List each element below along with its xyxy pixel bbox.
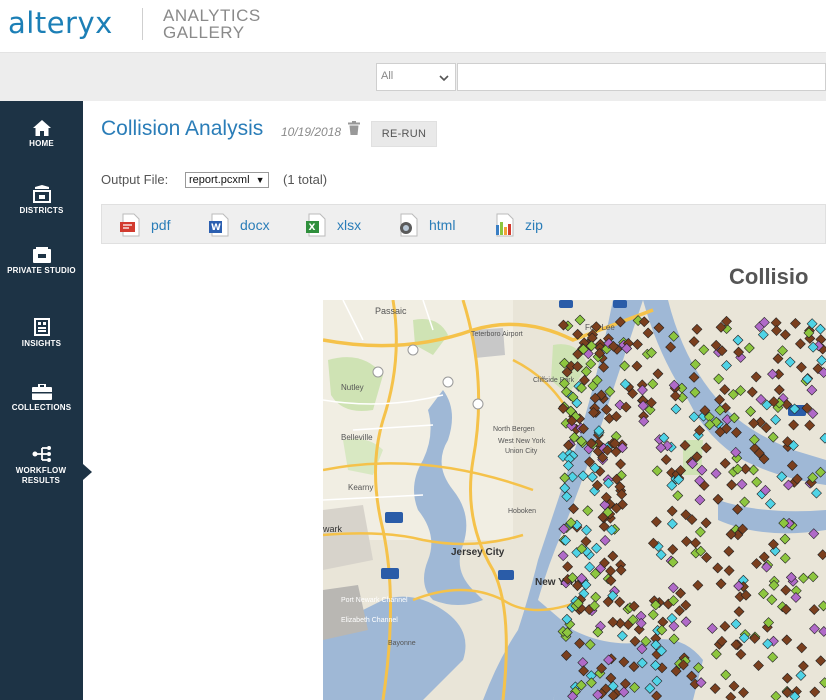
collision-map[interactable]: Passaic Teterboro Airport Fort Lee Cliff… — [323, 300, 826, 700]
xlsx-file-icon: X — [306, 213, 326, 237]
svg-text:W: W — [211, 223, 221, 233]
sidebar-item-label: INSIGHTS — [21, 339, 62, 348]
sidebar-item-collections[interactable]: COLLECTIONS — [0, 384, 83, 413]
download-zip[interactable]: zip — [493, 213, 553, 237]
insights-icon — [33, 318, 50, 336]
map-label-north-bergen: North Bergen — [493, 426, 535, 433]
download-toolbar: pdf W docx X xlsx html zip — [101, 204, 826, 244]
map-label-bayonne: Bayonne — [388, 640, 416, 647]
map-label-west-new-york: West New York — [498, 438, 546, 445]
output-file-select[interactable]: report.pcxml ▼ — [185, 172, 269, 188]
pdf-file-icon — [120, 213, 140, 237]
output-file-count: (1 total) — [283, 172, 328, 187]
search-filter-value: All — [381, 70, 394, 82]
map-label-passaic: Passaic — [375, 306, 407, 316]
sidebar-item-label: HOME — [29, 139, 54, 148]
download-xlsx[interactable]: X xlsx — [305, 213, 375, 237]
private-studio-icon — [32, 247, 51, 263]
select-arrow-icon: ▼ — [255, 175, 265, 185]
sidebar-item-home[interactable]: HOME — [0, 120, 83, 149]
logo-divider — [142, 8, 143, 40]
sidebar-item-label: WORKFLOW RESULTS — [15, 466, 67, 485]
districts-icon — [32, 185, 51, 203]
html-file-icon — [400, 213, 418, 237]
home-icon — [32, 120, 51, 136]
output-file-value: report.pcxml — [189, 174, 250, 186]
download-label: pdf — [151, 217, 171, 233]
active-nav-pointer — [83, 464, 92, 480]
sidebar: HOME DISTRICTS PRIVATE STUDIO INSIGHTS C… — [0, 101, 83, 700]
map-label-nutley: Nutley — [341, 383, 364, 392]
sidebar-item-insights[interactable]: INSIGHTS — [0, 318, 83, 349]
gallery-name-line2: GALLERY — [163, 23, 245, 42]
gallery-name: ANALYTICS GALLERY — [163, 7, 273, 41]
workflow-results-icon — [32, 446, 51, 462]
map-label-teterboro: Teterboro Airport — [471, 331, 523, 338]
download-label: zip — [525, 217, 543, 233]
output-file-label: Output File: — [101, 172, 169, 187]
zip-file-icon — [496, 213, 514, 237]
sidebar-item-districts[interactable]: DISTRICTS — [0, 185, 83, 216]
alteryx-logo[interactable]: alteryx — [8, 6, 113, 40]
map-label-newark: wark — [323, 524, 343, 534]
sidebar-item-workflow-results[interactable]: WORKFLOW RESULTS — [0, 445, 83, 486]
top-header: alteryx ANALYTICS GALLERY — [0, 0, 826, 53]
download-docx[interactable]: W docx — [208, 213, 278, 237]
sidebar-item-label: DISTRICTS — [19, 206, 64, 215]
search-row: All — [0, 53, 826, 101]
sidebar-item-label: COLLECTIONS — [11, 403, 72, 412]
search-filter-select[interactable]: All — [376, 63, 456, 91]
map-label-hoboken: Hoboken — [508, 508, 536, 515]
briefcase-icon — [31, 384, 52, 400]
download-label: docx — [240, 217, 270, 233]
trash-icon[interactable] — [348, 121, 360, 135]
map-label-belleville: Belleville — [341, 433, 373, 442]
run-date: 10/19/2018 — [281, 125, 342, 139]
download-pdf[interactable]: pdf — [119, 213, 179, 237]
report-title: Collisio — [729, 264, 809, 289]
sidebar-item-label: PRIVATE STUDIO — [7, 266, 76, 275]
download-html[interactable]: html — [397, 213, 467, 237]
map-label-kearny: Kearny — [348, 483, 373, 492]
chevron-down-icon — [439, 75, 449, 82]
sidebar-item-private-studio[interactable]: PRIVATE STUDIO — [0, 247, 83, 276]
docx-file-icon: W — [209, 213, 229, 237]
gallery-name-line1: ANALYTICS — [163, 6, 261, 25]
download-label: html — [429, 217, 456, 233]
map-label-elizabeth: Elizabeth Channel — [341, 617, 398, 624]
download-label: xlsx — [337, 217, 362, 233]
map-canvas: Passaic Teterboro Airport Fort Lee Cliff… — [323, 300, 826, 700]
page-title: Collision Analysis — [101, 117, 264, 140]
map-label-union-city: Union City — [505, 448, 538, 455]
svg-text:X: X — [309, 223, 316, 233]
map-label-jersey-city: Jersey City — [451, 547, 505, 558]
search-input[interactable] — [457, 63, 826, 91]
map-label-port-newark: Port Newark Channel — [341, 597, 408, 604]
rerun-button[interactable]: RE-RUN — [371, 121, 437, 147]
